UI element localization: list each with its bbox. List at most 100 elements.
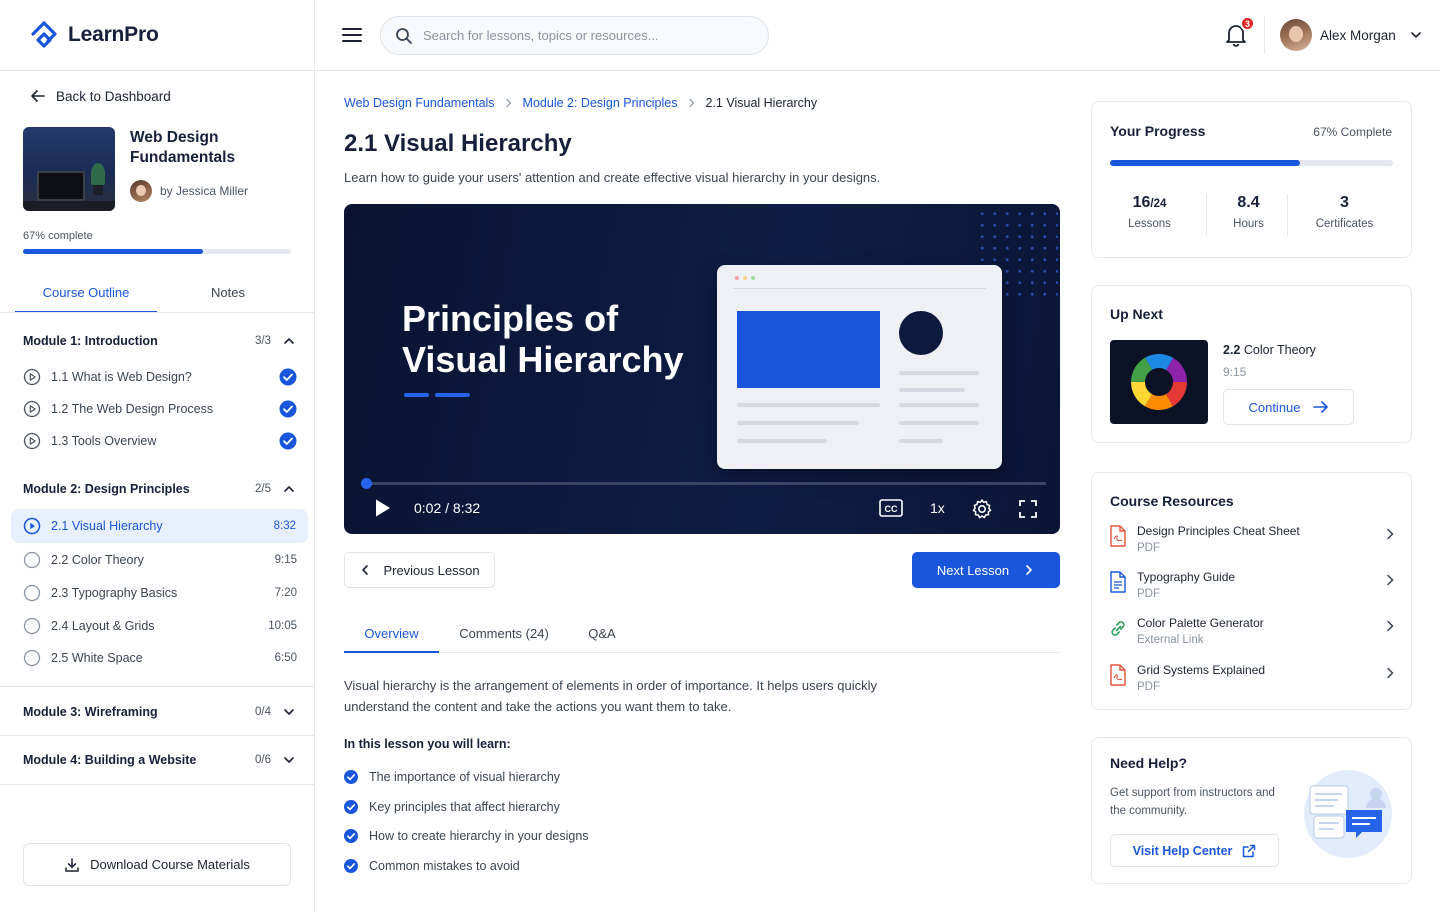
lesson-item[interactable]: 1.3 Tools Overview (23, 430, 297, 452)
tab-overview[interactable]: Overview (344, 614, 439, 653)
chevron-up-icon (283, 483, 295, 495)
arrow-right-icon (1312, 400, 1329, 414)
module-divider (0, 735, 314, 736)
title-underline (404, 393, 470, 397)
module-title: Module 1: Introduction (23, 334, 158, 348)
visit-help-center-button[interactable]: Visit Help Center (1110, 834, 1279, 867)
menu-icon[interactable] (341, 24, 363, 46)
user-menu[interactable]: Alex Morgan (1280, 19, 1422, 51)
next-lesson-button[interactable]: Next Lesson (912, 552, 1060, 588)
resource-item[interactable]: Design Principles Cheat Sheet PDF (1109, 524, 1395, 560)
next-lesson-label: Next Lesson (936, 562, 1010, 578)
page-title: 2.1 Visual Hierarchy (344, 130, 572, 157)
progress-percent: 67% Complete (1313, 125, 1392, 139)
lesson-item[interactable]: 1.2 The Web Design Process (23, 398, 297, 420)
play-circle-icon (23, 517, 41, 535)
lesson-item[interactable]: 2.4 Layout & Grids 10:05 (23, 615, 297, 637)
author-name: by Jessica Miller (160, 184, 249, 198)
module-count: 0/6 (255, 754, 271, 766)
up-next-thumbnail[interactable] (1110, 340, 1208, 424)
play-circle-icon (23, 400, 41, 418)
gear-icon (971, 498, 993, 520)
module-count: 3/3 (255, 335, 271, 347)
check-circle-icon (344, 859, 358, 873)
seek-handle[interactable] (360, 478, 372, 489)
course-author: by Jessica Miller (130, 180, 248, 202)
empty-circle-icon (23, 617, 41, 635)
help-heading: Need Help? (1110, 755, 1188, 771)
stat-label: Certificates (1315, 218, 1374, 230)
seek-bar[interactable] (360, 478, 1046, 489)
module-2-header[interactable]: Module 2: Design Principles 2/5 (23, 478, 295, 500)
learn-item-text: The importance of visual hierarchy (369, 770, 561, 784)
lesson-item[interactable]: 2.3 Typography Basics 7:20 (23, 582, 297, 604)
previous-lesson-button[interactable]: Previous Lesson (344, 552, 495, 588)
notifications-button[interactable]: 3 (1223, 16, 1255, 48)
lesson-item-active[interactable]: 2.1 Visual Hierarchy 8:32 (11, 509, 308, 543)
module-3-header[interactable]: Module 3: Wireframing 0/4 (23, 701, 295, 723)
logo[interactable]: LearnPro (28, 20, 159, 50)
lesson-duration: 8:32 (273, 520, 296, 532)
learn-item: The importance of visual hierarchy (344, 770, 560, 784)
svg-text:CC: CC (885, 504, 898, 514)
pdf-icon (1109, 664, 1127, 686)
module-count: 2/5 (255, 483, 271, 495)
captions-button[interactable]: CC (879, 498, 903, 518)
settings-button[interactable] (971, 498, 993, 520)
lesson-name: 2.4 Layout & Grids (51, 619, 155, 633)
back-to-dashboard-link[interactable]: Back to Dashboard (30, 88, 171, 104)
resource-item[interactable]: Typography Guide PDF (1109, 570, 1395, 606)
lesson-duration: 9:15 (274, 554, 297, 566)
notification-badge: 3 (1240, 16, 1255, 31)
tab-notes[interactable]: Notes (157, 275, 299, 313)
check-circle-icon (279, 368, 297, 386)
chevron-down-icon (283, 754, 295, 766)
download-materials-button[interactable]: Download Course Materials (23, 843, 291, 886)
lesson-name: 1.3 Tools Overview (51, 434, 157, 448)
chevron-right-icon (1385, 667, 1395, 679)
play-button[interactable] (374, 498, 392, 518)
chat-bubbles-illustration (1304, 770, 1392, 858)
video-player[interactable]: Principles of Visual Hierarchy 0:02 / 8:… (344, 204, 1060, 534)
module-4-header[interactable]: Module 4: Building a Website 0/6 (23, 749, 295, 771)
resource-name: Color Palette Generator (1137, 616, 1264, 630)
check-circle-icon (344, 829, 358, 843)
course-progress-fill (23, 249, 203, 254)
empty-circle-icon (23, 584, 41, 602)
continue-button[interactable]: Continue (1223, 389, 1354, 425)
lesson-item[interactable]: 2.2 Color Theory 9:15 (23, 549, 297, 571)
help-card: Need Help? Get support from instructors … (1091, 737, 1412, 884)
resource-item[interactable]: Color Palette Generator External Link (1109, 616, 1395, 652)
lesson-item[interactable]: 2.5 White Space 6:50 (23, 647, 297, 669)
lesson-duration: 7:20 (274, 587, 297, 599)
tab-comments[interactable]: Comments (24) (454, 614, 554, 653)
tab-course-outline[interactable]: Course Outline (15, 275, 157, 313)
document-icon (1109, 571, 1127, 593)
sidebar-tabs: Course Outline Notes (15, 275, 299, 313)
video-title: Principles of Visual Hierarchy (402, 298, 684, 380)
resource-type: External Link (1137, 634, 1204, 646)
resources-heading: Course Resources (1110, 493, 1234, 509)
learn-item-text: How to create hierarchy in your designs (369, 829, 589, 843)
progress-heading: Your Progress (1110, 123, 1206, 139)
module-1-header[interactable]: Module 1: Introduction 3/3 (23, 330, 295, 352)
course-resources-card: Course Resources Design Principles Cheat… (1091, 472, 1412, 710)
color-wheel-icon (1130, 353, 1188, 411)
breadcrumb-course[interactable]: Web Design Fundamentals (344, 96, 495, 110)
breadcrumb-module[interactable]: Module 2: Design Principles (523, 96, 678, 110)
up-next-title: 2.2 Color Theory (1223, 343, 1316, 357)
overall-progress-fill (1110, 160, 1300, 166)
external-link-icon (1242, 844, 1256, 858)
tab-qa[interactable]: Q&A (576, 614, 628, 653)
learn-item: Key principles that affect hierarchy (344, 800, 560, 814)
header-divider (1264, 16, 1265, 54)
avatar (1280, 19, 1312, 51)
search-input[interactable] (423, 28, 743, 43)
check-circle-icon (279, 432, 297, 450)
lesson-item[interactable]: 1.1 What is Web Design? (23, 366, 297, 388)
fullscreen-button[interactable] (1018, 499, 1038, 519)
resource-item[interactable]: Grid Systems Explained PDF (1109, 663, 1395, 699)
tabs-divider (0, 312, 314, 313)
playback-speed-button[interactable]: 1x (930, 500, 945, 516)
video-time: 0:02 / 8:32 (414, 500, 481, 516)
